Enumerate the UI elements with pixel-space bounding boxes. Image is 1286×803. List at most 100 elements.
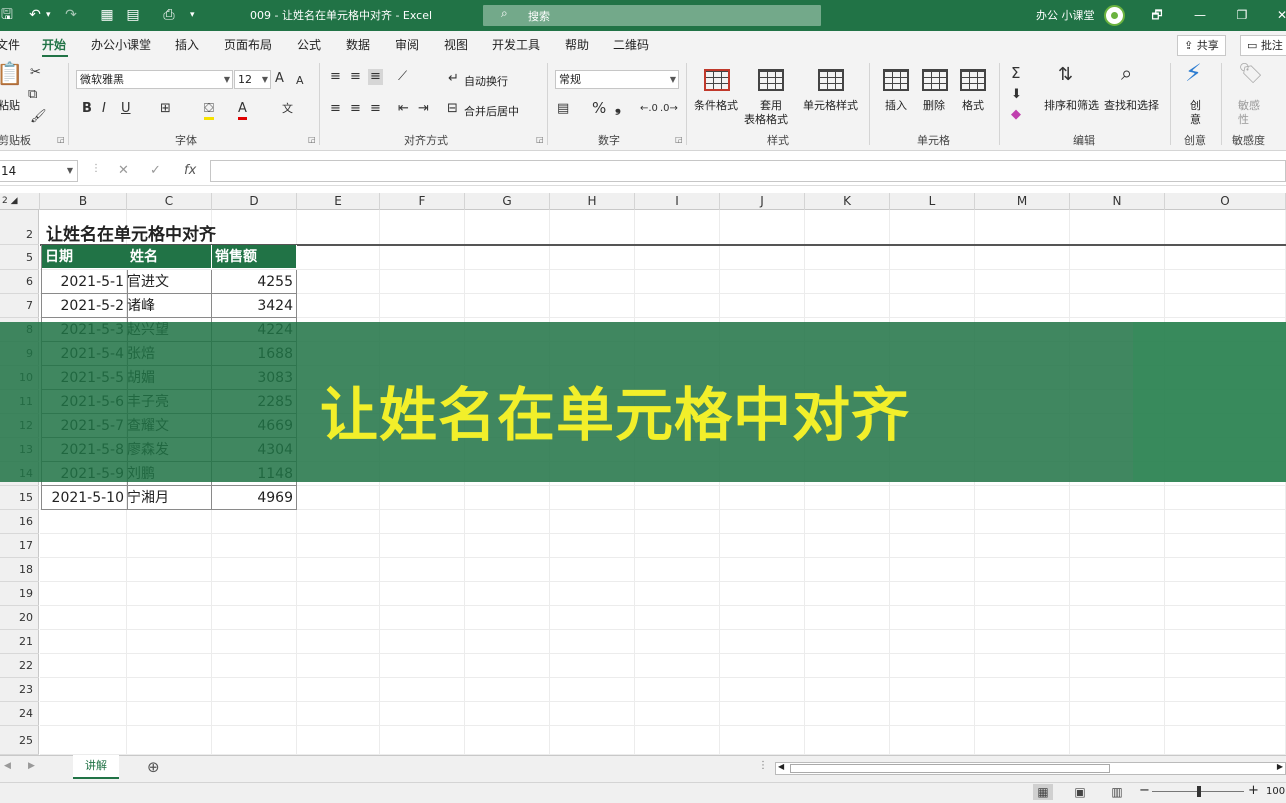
insert-cells-button[interactable]: 插入 — [885, 97, 907, 113]
share-button[interactable]: ⇪ 共享 — [1177, 35, 1226, 56]
zoom-out-button[interactable]: − — [1139, 783, 1150, 798]
search-box[interactable]: ⌕ 搜索 — [483, 5, 821, 26]
align-bottom-icon[interactable]: ≡ — [368, 69, 383, 85]
merge-center-icon[interactable]: ⊟ — [447, 101, 458, 117]
column-header-e[interactable]: E — [297, 193, 380, 210]
zoom-in-button[interactable]: + — [1248, 783, 1259, 798]
column-header-f[interactable]: F — [380, 193, 465, 210]
save-icon[interactable]: 🖫 — [0, 0, 20, 31]
maximize-icon[interactable]: ❐ — [1222, 0, 1262, 31]
date-cell[interactable]: 2021-5-2 — [42, 294, 128, 318]
align-middle-icon[interactable]: ≡ — [350, 69, 361, 85]
form-icon[interactable]: ▦ — [94, 0, 120, 31]
column-header-d[interactable]: D — [212, 193, 297, 210]
find-select-icon[interactable]: ⌕ — [1121, 63, 1132, 83]
percent-style-button[interactable]: % — [592, 100, 606, 116]
cell-styles-icon[interactable] — [818, 69, 844, 91]
tab-split-icon[interactable]: ⋮ — [758, 760, 768, 771]
date-cell[interactable]: 2021-5-1 — [42, 270, 128, 294]
column-header-o[interactable]: O — [1165, 193, 1286, 210]
avatar[interactable] — [1104, 5, 1125, 26]
sales-cell[interactable]: 3424 — [212, 294, 297, 318]
fill-icon[interactable]: ⬇ — [1011, 87, 1022, 103]
italic-button[interactable]: I — [102, 101, 106, 117]
date-cell[interactable]: 2021-5-10 — [42, 486, 128, 510]
sensitivity-icon[interactable]: 🏷 — [1238, 63, 1263, 83]
copy-icon[interactable]: ⧉ — [28, 87, 37, 103]
column-header-j[interactable]: J — [720, 193, 805, 210]
increase-indent-icon[interactable]: ⇥ — [418, 101, 429, 117]
increase-decimal-icon[interactable]: ←.0 — [640, 101, 658, 117]
next-sheet-icon[interactable]: ▶ — [28, 761, 35, 771]
decrease-decimal-icon[interactable]: .0→ — [660, 101, 678, 117]
tab-insert[interactable]: 插入 — [175, 31, 199, 59]
tab-formulas[interactable]: 公式 — [297, 31, 321, 59]
font-size-combo[interactable]: 12 ▼ — [234, 70, 271, 89]
orientation-icon[interactable]: ⟋ — [398, 69, 407, 85]
clipboard-launcher-icon[interactable]: ◲ — [57, 135, 65, 144]
insert-function-icon[interactable]: fx — [184, 163, 196, 178]
undo-dropdown-icon[interactable]: ▾ — [46, 0, 51, 31]
column-header-k[interactable]: K — [805, 193, 890, 210]
font-color-icon[interactable]: A — [238, 101, 247, 120]
bold-button[interactable]: B — [82, 101, 92, 117]
phonetic-icon[interactable]: 文 — [282, 101, 293, 117]
cell-grid[interactable]: 让姓名在单元格中对齐 日期 姓名 销售额 2021-5-1 官进文 4255 2021-5-… — [40, 210, 1286, 755]
borders-icon[interactable]: ⊞ — [160, 101, 171, 117]
align-right-icon[interactable]: ≡ — [370, 101, 381, 117]
table-header-cell[interactable]: 销售额 — [212, 245, 297, 269]
name-cell[interactable]: 诸峰 — [127, 294, 212, 318]
name-cell[interactable]: 官进文 — [127, 270, 212, 294]
shrink-font-icon[interactable]: A — [296, 73, 304, 89]
page-break-view-icon[interactable]: ▥ — [1107, 784, 1127, 800]
row-header-19[interactable]: 19 — [0, 582, 39, 606]
prev-sheet-icon[interactable]: ◀ — [4, 761, 11, 771]
tab-help[interactable]: 帮助 — [565, 31, 589, 59]
align-left-icon[interactable]: ≡ — [330, 101, 341, 117]
row-header-18[interactable]: 18 — [0, 558, 39, 582]
scroll-right-icon[interactable]: ▶ — [1277, 762, 1283, 771]
fill-color-icon[interactable]: ⛋ — [204, 101, 214, 120]
sheet-title[interactable]: 让姓名在单元格中对齐 — [46, 220, 216, 245]
undo-icon[interactable]: ↶ — [22, 0, 48, 31]
font-name-combo[interactable]: 微软雅黑 ▼ — [76, 70, 233, 89]
conditional-format-icon[interactable] — [704, 69, 730, 91]
underline-button[interactable]: U — [121, 101, 131, 117]
insert-cells-icon[interactable] — [883, 69, 909, 91]
row-header-16[interactable]: 16 — [0, 510, 39, 534]
column-header-b[interactable]: B — [40, 193, 127, 210]
row-header-24[interactable]: 24 — [0, 702, 39, 726]
number-launcher-icon[interactable]: ◲ — [675, 135, 683, 144]
name-box[interactable]: 14 ▼ — [0, 160, 78, 182]
tab-view[interactable]: 视图 — [444, 31, 468, 59]
format-cells-button[interactable]: 格式 — [962, 97, 984, 113]
scroll-thumb[interactable] — [790, 764, 1110, 773]
find-select-button[interactable]: 查找和选择 — [1104, 97, 1159, 113]
decrease-indent-icon[interactable]: ⇤ — [398, 101, 409, 117]
zoom-level[interactable]: 100 — [1266, 786, 1286, 797]
account-name[interactable]: 办公 小课堂 — [1036, 0, 1095, 31]
tab-data[interactable]: 数据 — [346, 31, 370, 59]
redo-icon[interactable]: ↷ — [58, 0, 84, 31]
customize-qat-icon[interactable]: ▾ — [190, 0, 195, 31]
format-as-table-label2[interactable]: 表格格式 — [744, 111, 788, 127]
table-header-cell[interactable]: 姓名 — [127, 245, 212, 269]
format-painter-icon[interactable]: 🖌 — [30, 109, 47, 125]
delete-cells-button[interactable]: 删除 — [923, 97, 945, 113]
accounting-format-icon[interactable]: ▤ — [557, 101, 569, 117]
sort-filter-button[interactable]: 排序和筛选 — [1044, 97, 1099, 113]
row-header-5[interactable]: 5 — [0, 245, 39, 270]
enter-icon[interactable]: ✓ — [150, 163, 161, 178]
sort-filter-icon[interactable]: ⇅ — [1058, 66, 1073, 84]
print-icon[interactable]: ⎙ — [156, 0, 182, 31]
paste-icon[interactable]: 📋 — [0, 64, 23, 86]
table-header-cell[interactable]: 日期 — [42, 245, 128, 269]
wrap-text-button[interactable]: 自动换行 — [464, 73, 508, 89]
font-launcher-icon[interactable]: ◲ — [308, 135, 316, 144]
sheet-tab-explain[interactable]: 讲解 — [73, 755, 119, 779]
autosum-icon[interactable]: Σ — [1011, 65, 1020, 81]
name-cell[interactable]: 宁湘月 — [127, 486, 212, 510]
tab-file[interactable]: 文件 — [0, 31, 20, 59]
close-icon[interactable]: ✕ — [1262, 0, 1286, 31]
column-header-m[interactable]: M — [975, 193, 1070, 210]
